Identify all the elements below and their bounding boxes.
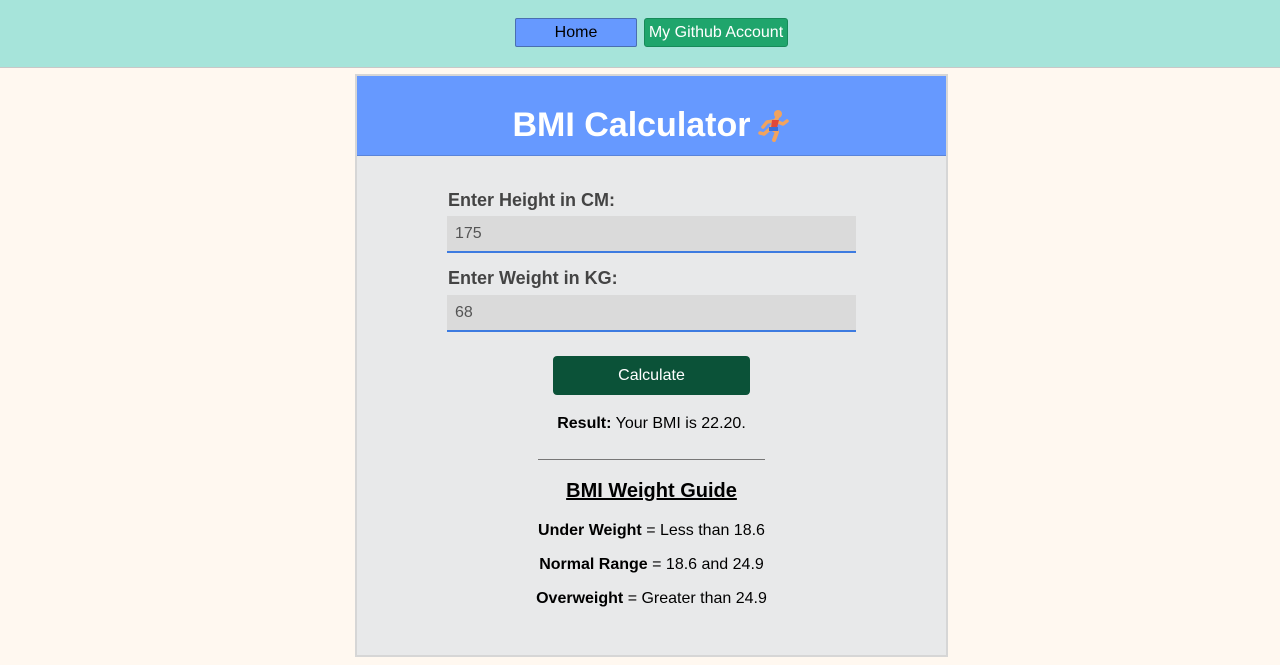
- weight-input[interactable]: [447, 295, 856, 332]
- weight-label: Enter Weight in KG:: [448, 268, 618, 288]
- guide-range: = Greater than 24.9: [627, 590, 767, 607]
- title-text: BMI Calculator: [512, 106, 751, 144]
- home-button[interactable]: Home: [515, 18, 637, 47]
- guide-category: Overweight: [536, 590, 624, 607]
- bmi-guide-title: BMI Weight Guide: [566, 480, 737, 502]
- github-account-button[interactable]: My Github Account: [644, 18, 788, 47]
- height-label: Enter Height in CM:: [448, 190, 615, 210]
- divider: [538, 459, 765, 460]
- running-person-icon: [757, 108, 791, 142]
- page-title: BMI Calculator: [357, 104, 946, 146]
- guide-category: Under Weight: [538, 522, 642, 539]
- guide-range: = Less than 18.6: [646, 522, 765, 539]
- calculate-button[interactable]: Calculate: [553, 356, 750, 395]
- guide-row-normal-range: Normal Range = 18.6 and 24.9: [357, 556, 946, 574]
- card-header: BMI Calculator: [357, 76, 946, 156]
- guide-range: = 18.6 and 24.9: [652, 556, 764, 573]
- guide-row-overweight: Overweight = Greater than 24.9: [357, 590, 946, 608]
- top-nav-bar: Home My Github Account: [0, 0, 1280, 68]
- result-value: Your BMI is 22.20.: [615, 415, 746, 432]
- result-prefix: Result:: [557, 415, 612, 432]
- result-text: Result: Your BMI is 22.20.: [357, 415, 946, 433]
- guide-row-under-weight: Under Weight = Less than 18.6: [357, 522, 946, 540]
- guide-category: Normal Range: [539, 556, 648, 573]
- bmi-calculator-card: BMI Calculator Enter Height in CM: Enter…: [355, 74, 948, 657]
- height-input[interactable]: [447, 216, 856, 253]
